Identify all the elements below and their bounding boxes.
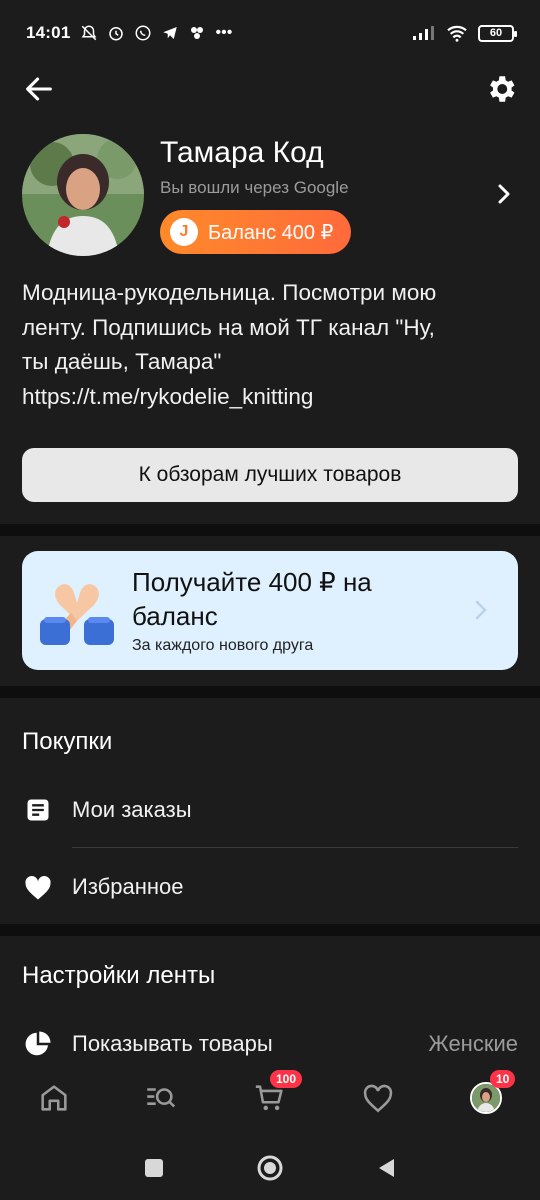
app-icon: [191, 27, 204, 39]
circle-icon: [257, 1155, 283, 1181]
back-arrow-icon[interactable]: [22, 72, 56, 106]
screen: 14:01 ••• 60 Тамара Код Вы вошли через G…: [0, 0, 540, 1200]
my-orders-label: Мои заказы: [72, 797, 192, 822]
nav-favorites[interactable]: [358, 1078, 398, 1118]
divider-line: [72, 847, 518, 848]
nav-home[interactable]: [34, 1078, 74, 1118]
more-icon: •••: [215, 24, 233, 41]
triangle-back-icon: [379, 1159, 394, 1177]
profile-badge: 10: [490, 1070, 516, 1088]
wifi-icon: [447, 25, 467, 42]
favorites-item[interactable]: Избранное: [0, 857, 540, 917]
heart-icon: [22, 871, 54, 903]
gear-icon[interactable]: [484, 72, 518, 106]
square-icon: [145, 1159, 163, 1177]
promo-title: Получайте 400 ₽ на баланс: [132, 567, 372, 631]
pie-chart-icon: [22, 1028, 54, 1060]
bio-line: ты даёшь, Тамара": [22, 349, 222, 374]
show-products-value: Женские: [428, 1031, 518, 1056]
best-products-reviews-button[interactable]: К обзорам лучших товаров: [22, 448, 518, 502]
list-icon: [22, 794, 54, 826]
section-divider: [0, 686, 540, 698]
status-time: 14:01: [26, 23, 71, 42]
balance-label: Баланс 400 ₽: [208, 221, 334, 244]
coin-icon: J: [170, 218, 198, 246]
signal-icon: [413, 26, 434, 40]
status-right: 60: [412, 24, 517, 42]
heart-outline-icon: [363, 1084, 393, 1113]
chevron-right-icon[interactable]: [494, 180, 514, 208]
whatsapp-icon: [135, 25, 151, 41]
cart-badge: 100: [270, 1070, 303, 1088]
my-orders-item[interactable]: Мои заказы: [0, 780, 540, 840]
nav-cart[interactable]: 100: [250, 1070, 303, 1118]
back-button[interactable]: [372, 1154, 400, 1182]
profile-name: Тамара Код: [160, 136, 324, 169]
section-divider: [0, 524, 540, 536]
section-divider: [0, 924, 540, 936]
home-button[interactable]: [256, 1154, 284, 1182]
bio-line: ленту. Подпишись на мой ТГ канал "Ну,: [22, 314, 435, 340]
nav-profile[interactable]: 10: [466, 1070, 516, 1118]
notification-icons: •••: [80, 24, 232, 42]
top-bar: [0, 66, 540, 116]
avatar: [22, 134, 144, 256]
profile-bio: Модница-рукодельница. Посмотри мою ленту…: [22, 276, 522, 414]
alarm-icon: [109, 27, 124, 41]
system-navigation: [0, 1134, 540, 1200]
bio-link[interactable]: https://t.me/rykodelie_knitting: [22, 380, 522, 415]
status-bar: 14:01 ••• 60: [0, 0, 540, 66]
bio-line: Модница-рукодельница. Посмотри мою: [22, 280, 437, 305]
promo-subtitle: За каждого нового друга: [132, 637, 314, 654]
feed-settings-section-title: Настройки ленты: [22, 962, 216, 989]
login-note: Вы вошли через Google: [160, 178, 349, 197]
show-products-setting[interactable]: Показывать товары Женские: [0, 1014, 540, 1074]
referral-promo-card[interactable]: Получайте 400 ₽ на баланс За каждого нов…: [22, 551, 518, 670]
home-icon: [41, 1085, 67, 1111]
bell-off-icon: [82, 25, 97, 41]
chevron-right-icon: [475, 600, 487, 620]
show-products-label: Показывать товары: [72, 1031, 273, 1056]
purchases-section-title: Покупки: [22, 728, 113, 755]
favorites-label: Избранное: [72, 874, 184, 899]
recents-button[interactable]: [140, 1154, 168, 1182]
catalog-search-icon: [147, 1088, 176, 1108]
battery-indicator: 60: [478, 24, 517, 42]
bottom-navigation: 100 10: [0, 1066, 540, 1132]
balance-button[interactable]: J Баланс 400 ₽: [160, 210, 352, 254]
profile-header[interactable]: Тамара Код Вы вошли через Google J Балан…: [0, 130, 540, 260]
nav-catalog-search[interactable]: [140, 1078, 180, 1118]
heart-hands-icon: [40, 584, 114, 645]
telegram-icon: [163, 27, 178, 39]
